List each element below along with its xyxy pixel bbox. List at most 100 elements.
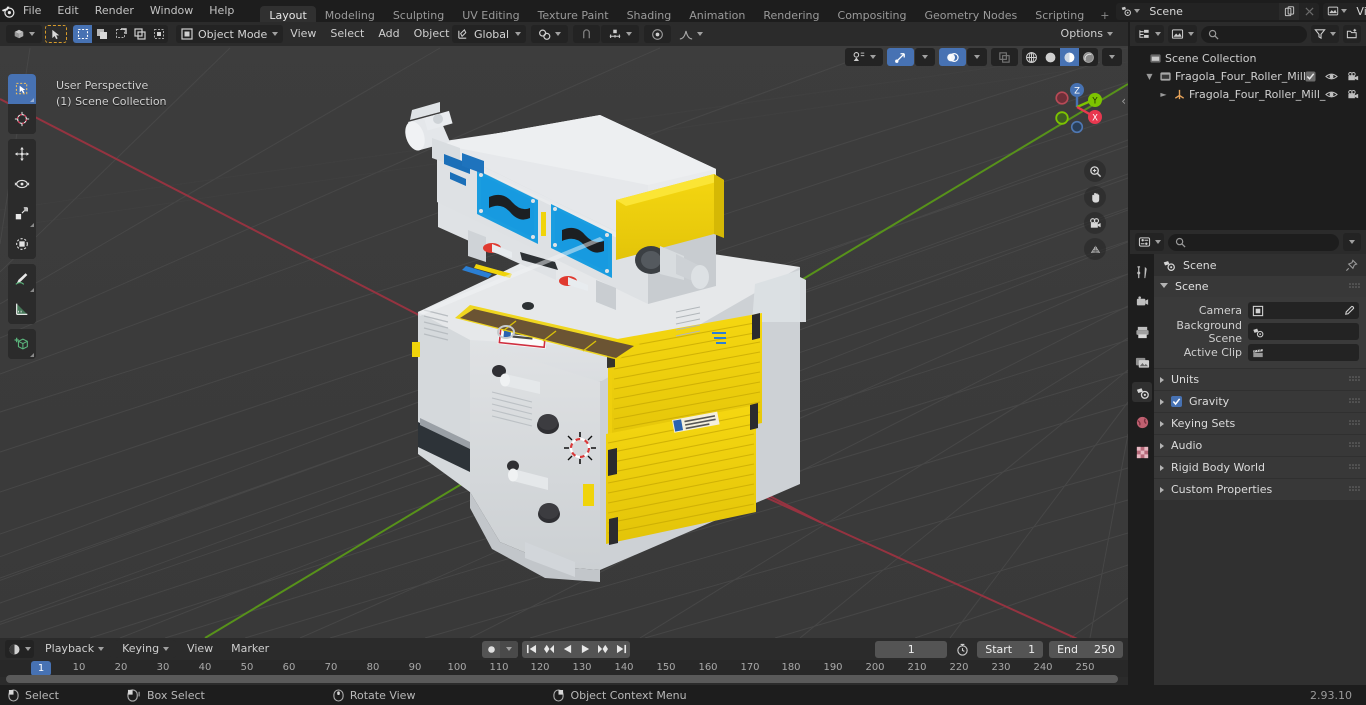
viewport-menu-add[interactable]: Add xyxy=(371,25,406,43)
select-subtract-icon[interactable] xyxy=(111,25,130,43)
outliner-filter-button[interactable] xyxy=(1311,25,1339,43)
eye-icon[interactable] xyxy=(1325,89,1338,100)
timeline-menu-view[interactable]: View xyxy=(180,640,220,658)
show-overlays-button[interactable] xyxy=(939,48,966,66)
view-layer-icon[interactable] xyxy=(1323,2,1351,20)
auto-keying-toggle[interactable] xyxy=(482,640,518,658)
show-gizmo-button[interactable] xyxy=(887,48,914,66)
viewport-menu-select[interactable]: Select xyxy=(323,25,371,43)
timeline-menu-marker[interactable]: Marker xyxy=(224,640,276,658)
tab-world[interactable] xyxy=(1132,412,1152,432)
rendered-shading-icon[interactable] xyxy=(1079,48,1098,66)
keying-options-button[interactable] xyxy=(500,640,518,658)
view-layer-name-field[interactable]: View Layer xyxy=(1350,2,1366,20)
tool-rotate[interactable] xyxy=(8,169,36,199)
hand-icon[interactable] xyxy=(1084,186,1106,208)
viewport-menu-view[interactable]: View xyxy=(283,25,323,43)
editor-type-button[interactable] xyxy=(6,25,42,43)
record-icon[interactable] xyxy=(482,641,500,658)
outliner-editor-type-button[interactable] xyxy=(1135,25,1164,43)
scene-selector[interactable]: Scene xyxy=(1116,2,1320,20)
shading-mode-buttons[interactable] xyxy=(1022,48,1098,66)
use-preview-range-icon[interactable] xyxy=(951,641,973,658)
tweak-tool-indicator[interactable] xyxy=(45,25,67,43)
solid-shading-icon[interactable] xyxy=(1041,48,1060,66)
tab-view-layer[interactable] xyxy=(1132,352,1152,372)
object-mode-selector[interactable]: Object Mode xyxy=(176,25,284,43)
current-frame-field[interactable]: 1 xyxy=(875,640,948,658)
panel-gravity[interactable]: Gravity xyxy=(1154,391,1366,412)
snap-target-button[interactable] xyxy=(601,25,639,43)
keying-menu[interactable]: Keying xyxy=(115,640,177,658)
falloff-button[interactable] xyxy=(672,25,710,43)
tab-output[interactable] xyxy=(1132,322,1152,342)
gizmo-options-button[interactable] xyxy=(915,48,935,66)
outliner-editor[interactable]: Scene Collection ▼ Fragola_Four_Roller_M… xyxy=(1130,22,1366,228)
checkbox-exclude[interactable] xyxy=(1305,70,1316,82)
menu-help[interactable]: Help xyxy=(201,1,242,21)
tool-add-cube[interactable] xyxy=(8,329,36,359)
outliner-row-object[interactable]: ► Fragola_Four_Roller_Mill_ xyxy=(1130,85,1366,103)
active-clip-field[interactable] xyxy=(1248,344,1359,361)
camera-render-icon[interactable] xyxy=(1347,89,1360,100)
scene-name-field[interactable]: Scene xyxy=(1143,2,1280,20)
tool-annotate[interactable] xyxy=(8,264,36,294)
panel-keying-sets[interactable]: Keying Sets xyxy=(1154,413,1366,434)
outliner-row-scene-collection[interactable]: Scene Collection xyxy=(1130,49,1366,67)
overlay-options-button[interactable] xyxy=(967,48,987,66)
play-button[interactable] xyxy=(576,641,594,658)
tab-tool[interactable] xyxy=(1132,262,1152,282)
blender-logo-icon[interactable] xyxy=(0,0,15,22)
tool-scale[interactable] xyxy=(8,199,36,229)
outliner-row-collection[interactable]: ▼ Fragola_Four_Roller_Mill xyxy=(1130,67,1366,85)
panel-units[interactable]: Units xyxy=(1154,369,1366,390)
zoom-icon[interactable] xyxy=(1084,160,1106,182)
select-intersect-icon[interactable] xyxy=(130,25,149,43)
outliner-display-mode-button[interactable] xyxy=(1168,25,1197,43)
frame-range-end[interactable]: End 250 xyxy=(1049,640,1123,658)
pin-icon[interactable] xyxy=(1345,258,1358,272)
sidebar-toggle-arrow-icon[interactable]: ‹ xyxy=(1121,94,1126,108)
timeline-editor[interactable]: Playback Keying View Marker 1 Start 1 En… xyxy=(0,638,1128,685)
grid-icon[interactable] xyxy=(1084,238,1106,260)
camera-render-icon[interactable] xyxy=(1347,71,1360,82)
timeline-scrollbar[interactable] xyxy=(0,675,1128,683)
menu-edit[interactable]: Edit xyxy=(49,1,86,21)
viewport-menu-object[interactable]: Object xyxy=(407,25,457,43)
prev-keyframe-button[interactable] xyxy=(540,641,558,658)
wireframe-shading-icon[interactable] xyxy=(1022,48,1041,66)
material-preview-icon[interactable] xyxy=(1060,48,1079,66)
snap-toggle-button[interactable] xyxy=(573,25,600,43)
timeline-scroll-thumb[interactable] xyxy=(6,675,1118,683)
menu-render[interactable]: Render xyxy=(87,1,142,21)
tab-render[interactable] xyxy=(1132,292,1152,312)
panel-header-scene[interactable]: Scene xyxy=(1154,276,1366,297)
tab-texture[interactable] xyxy=(1132,442,1152,462)
jump-to-end-button[interactable] xyxy=(612,641,630,658)
select-box-icon[interactable] xyxy=(73,25,92,43)
shading-options-button[interactable] xyxy=(1102,48,1122,66)
new-collection-button[interactable] xyxy=(1343,25,1361,43)
tab-scene[interactable] xyxy=(1132,382,1152,402)
playhead[interactable]: 1 xyxy=(31,661,51,676)
panel-audio[interactable]: Audio xyxy=(1154,435,1366,456)
eye-icon[interactable] xyxy=(1325,71,1338,82)
scene-icon[interactable] xyxy=(1116,2,1144,20)
menu-window[interactable]: Window xyxy=(142,1,201,21)
next-keyframe-button[interactable] xyxy=(594,641,612,658)
end-value[interactable]: 250 xyxy=(1086,641,1123,658)
menu-file[interactable]: File xyxy=(15,1,49,21)
properties-search-input[interactable] xyxy=(1168,233,1339,251)
navigation-gizmo[interactable]: Z Y X xyxy=(1040,70,1114,144)
snap-pivot-button[interactable] xyxy=(531,25,568,43)
play-reverse-button[interactable] xyxy=(558,641,576,658)
gravity-checkbox[interactable] xyxy=(1171,396,1182,407)
eyedropper-icon[interactable] xyxy=(1343,305,1355,317)
panel-rigid-body-world[interactable]: Rigid Body World xyxy=(1154,457,1366,478)
tool-cursor[interactable] xyxy=(8,104,36,134)
properties-options-button[interactable] xyxy=(1343,233,1361,251)
outliner-search-input[interactable] xyxy=(1201,25,1307,43)
proportional-edit-button[interactable] xyxy=(644,25,671,43)
viewport-options-button[interactable]: Options xyxy=(1053,25,1120,43)
tool-move[interactable] xyxy=(8,139,36,169)
